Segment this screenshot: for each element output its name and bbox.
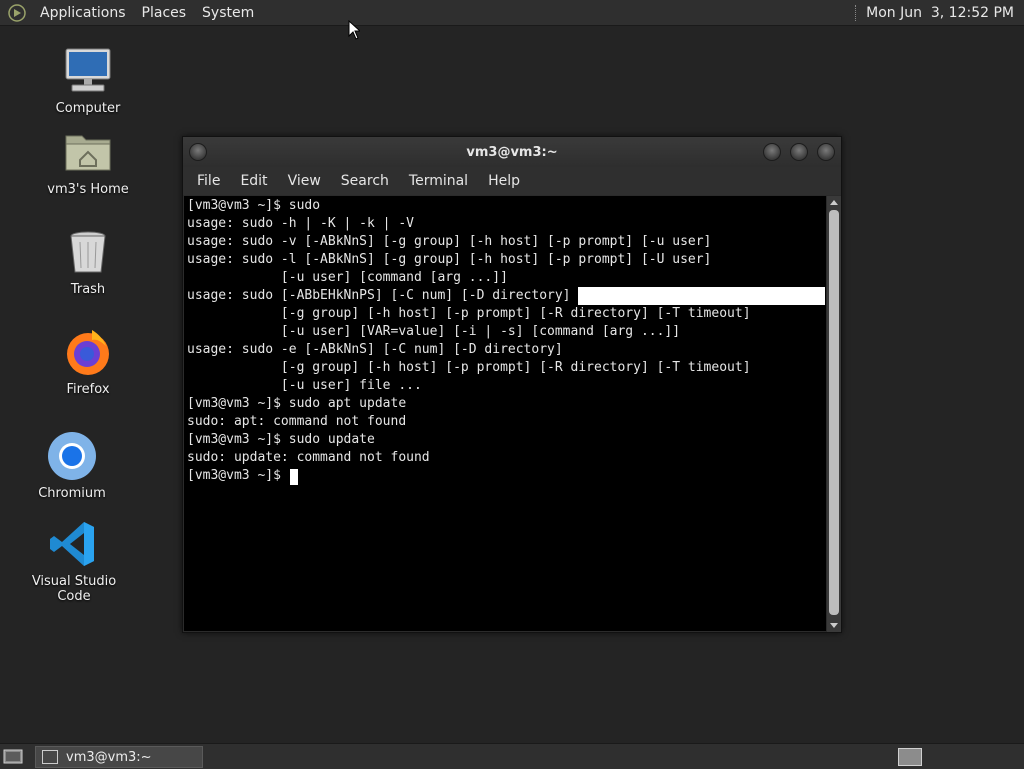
scroll-thumb[interactable] [829,210,839,615]
minimize-button[interactable] [763,143,781,161]
bottom-panel: vm3@vm3:~ [0,743,1024,769]
menu-help[interactable]: Help [478,173,530,189]
clock-area: Mon Jun 3, 12:52 PM [855,4,1014,21]
menu-edit[interactable]: Edit [230,173,277,189]
desktop-icon-computer[interactable]: Computer [33,45,143,116]
terminal-window[interactable]: vm3@vm3:~ File Edit View Search Terminal… [182,136,842,633]
vscode-icon [50,522,94,566]
terminal-line: [vm3@vm3 ~]$ sudo update [187,432,375,447]
scroll-up-arrow-icon[interactable] [830,200,838,205]
terminal-line: sudo: apt: command not found [187,414,407,429]
desktop-icon-firefox[interactable]: Firefox [33,326,143,397]
show-desktop-icon[interactable] [3,748,23,764]
distro-logo-icon[interactable] [8,3,26,22]
terminal-cursor [290,469,298,485]
terminal-line: usage: sudo -l [-ABkNnS] [-g group] [-h … [187,252,712,267]
menu-file[interactable]: File [187,173,230,189]
top-panel: Applications Places System Mon Jun 3, 12… [0,0,1024,26]
terminal-line: [-g group] [-h host] [-p prompt] [-R dir… [187,360,751,375]
desktop-icon-label: Chromium [38,486,106,501]
terminal-line: usage: sudo [-ABbEHkNnPS] [-C num] [-D d… [187,288,571,303]
system-menu[interactable]: System [194,5,262,21]
applications-menu[interactable]: Applications [32,5,134,21]
terminal-menubar: File Edit View Search Terminal Help [183,167,841,195]
desktop-icon-vscode[interactable]: Visual Studio Code [19,518,129,604]
desktop-icon-home[interactable]: vm3's Home [33,126,143,197]
clock[interactable]: Mon Jun 3, 12:52 PM [866,5,1014,21]
mouse-pointer-icon [348,20,360,40]
chromium-icon [48,432,96,480]
desktop-icon-trash[interactable]: Trash [33,226,143,297]
maximize-button[interactable] [790,143,808,161]
terminal-line: usage: sudo -e [-ABkNnS] [-C num] [-D di… [187,342,563,357]
terminal-icon [42,750,58,764]
desktop-icon-label: Firefox [66,382,110,397]
terminal-scrollbar[interactable] [827,196,841,632]
firefox-icon [67,330,109,375]
places-menu[interactable]: Places [134,5,195,21]
close-button[interactable] [817,143,835,161]
desktop-icon-label: Computer [55,101,121,116]
desktop-icon-label: Visual Studio Code [31,574,117,604]
taskbar-item-terminal[interactable]: vm3@vm3:~ [35,746,203,768]
terminal-line: sudo: update: command not found [187,450,430,465]
terminal-titlebar[interactable]: vm3@vm3:~ [183,137,841,167]
terminal-line: [-u user] [command [arg ...]] [187,270,508,285]
desktop-icon-label: vm3's Home [47,182,129,197]
terminal-line: [-u user] file ... [187,378,422,393]
workspace-switcher[interactable] [898,748,922,766]
selection-highlight [578,287,825,305]
menu-view[interactable]: View [278,173,331,189]
menu-terminal[interactable]: Terminal [399,173,478,189]
terminal-line: [-g group] [-h host] [-p prompt] [-R dir… [187,306,751,321]
computer-icon [65,48,111,92]
desktop-icon-label: Trash [70,282,106,297]
panel-separator [855,4,858,21]
terminal-line: [vm3@vm3 ~]$ sudo [187,198,321,213]
desktop-icon-chromium[interactable]: Chromium [17,430,127,501]
window-menu-button[interactable] [189,143,207,161]
terminal-output[interactable]: [vm3@vm3 ~]$ sudo usage: sudo -h | -K | … [184,196,826,631]
terminal-prompt-line: [vm3@vm3 ~]$ [187,468,289,483]
terminal-line: usage: sudo -h | -K | -k | -V [187,216,414,231]
terminal-line: [-u user] [VAR=value] [-i | -s] [command… [187,324,681,339]
taskbar-item-label: vm3@vm3:~ [66,749,152,765]
trash-icon [70,231,106,273]
terminal-line: usage: sudo -v [-ABkNnS] [-g group] [-h … [187,234,712,249]
home-folder-icon [65,135,111,171]
scroll-down-arrow-icon[interactable] [830,623,838,628]
terminal-line: [vm3@vm3 ~]$ sudo apt update [187,396,407,411]
terminal-title: vm3@vm3:~ [466,144,558,160]
menu-search[interactable]: Search [331,173,399,189]
